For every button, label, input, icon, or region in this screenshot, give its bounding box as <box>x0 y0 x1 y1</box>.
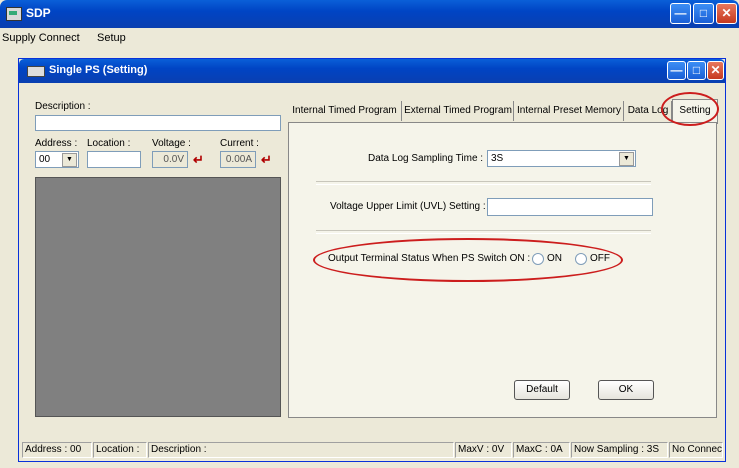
child-window-title: Single PS (Setting) <box>49 64 148 76</box>
menu-bar: Supply Connect Setup <box>0 28 739 50</box>
tab-external-timed-program[interactable]: External Timed Program <box>403 101 514 121</box>
chevron-down-icon[interactable]: ▼ <box>619 152 634 166</box>
status-maxc: MaxC : 0A <box>513 442 570 458</box>
divider <box>316 230 651 234</box>
menu-setup[interactable]: Setup <box>97 32 126 44</box>
ok-button[interactable]: OK <box>598 380 654 400</box>
tab-internal-timed-program[interactable]: Internal Timed Program <box>288 101 402 121</box>
status-bar: Address : 00 Location : Description : Ma… <box>20 440 724 459</box>
annotation-ellipse-output-status <box>313 238 623 282</box>
status-connection: No Connection <box>669 442 723 458</box>
description-input[interactable] <box>35 115 281 131</box>
voltage-label: Voltage : <box>152 138 191 149</box>
description-label: Description : <box>35 101 91 112</box>
sampling-time-value: 3S <box>491 153 504 164</box>
minimize-button[interactable]: — <box>670 3 691 24</box>
uvl-input[interactable] <box>487 198 653 216</box>
child-minimize-button[interactable]: — <box>667 61 686 80</box>
status-description: Description : <box>148 442 454 458</box>
current-enter-icon[interactable]: ↵ <box>261 153 275 166</box>
status-address: Address : 00 <box>22 442 92 458</box>
main-titlebar: SDP — □ ✕ <box>0 0 739 28</box>
status-location: Location : <box>93 442 147 458</box>
location-input[interactable] <box>87 151 141 168</box>
address-select[interactable]: 00 ▼ <box>35 151 79 168</box>
location-label: Location : <box>87 138 131 149</box>
chevron-down-icon[interactable]: ▼ <box>62 153 77 167</box>
voltage-input[interactable]: 0.0V <box>152 151 188 168</box>
close-button[interactable]: ✕ <box>716 3 737 24</box>
status-maxv: MaxV : 0V <box>455 442 512 458</box>
tab-internal-preset-memory[interactable]: Internal Preset Memory <box>515 101 624 121</box>
child-titlebar: Single PS (Setting) — □ ✕ <box>19 59 725 83</box>
default-button[interactable]: Default <box>514 380 570 400</box>
child-window-icon <box>27 66 45 77</box>
child-maximize-button[interactable]: □ <box>687 61 706 80</box>
annotation-ellipse-setting-tab <box>661 92 719 126</box>
address-value: 00 <box>39 154 51 165</box>
menu-supply-connect[interactable]: Supply Connect <box>2 32 80 44</box>
app-icon <box>6 7 22 21</box>
window-title: SDP <box>26 6 51 20</box>
child-close-button[interactable]: ✕ <box>707 61 724 80</box>
current-input[interactable]: 0.00A <box>220 151 256 168</box>
sampling-time-select[interactable]: 3S ▼ <box>487 150 636 167</box>
uvl-label: Voltage Upper Limit (UVL) Setting : <box>330 201 486 212</box>
maximize-button[interactable]: □ <box>693 3 714 24</box>
status-sampling: Now Sampling : 3S <box>571 442 668 458</box>
current-label: Current : <box>220 138 259 149</box>
divider <box>316 181 651 185</box>
voltage-enter-icon[interactable]: ↵ <box>193 153 207 166</box>
address-label: Address : <box>35 138 78 149</box>
display-panel <box>35 177 281 417</box>
sampling-time-label: Data Log Sampling Time : <box>368 153 484 164</box>
